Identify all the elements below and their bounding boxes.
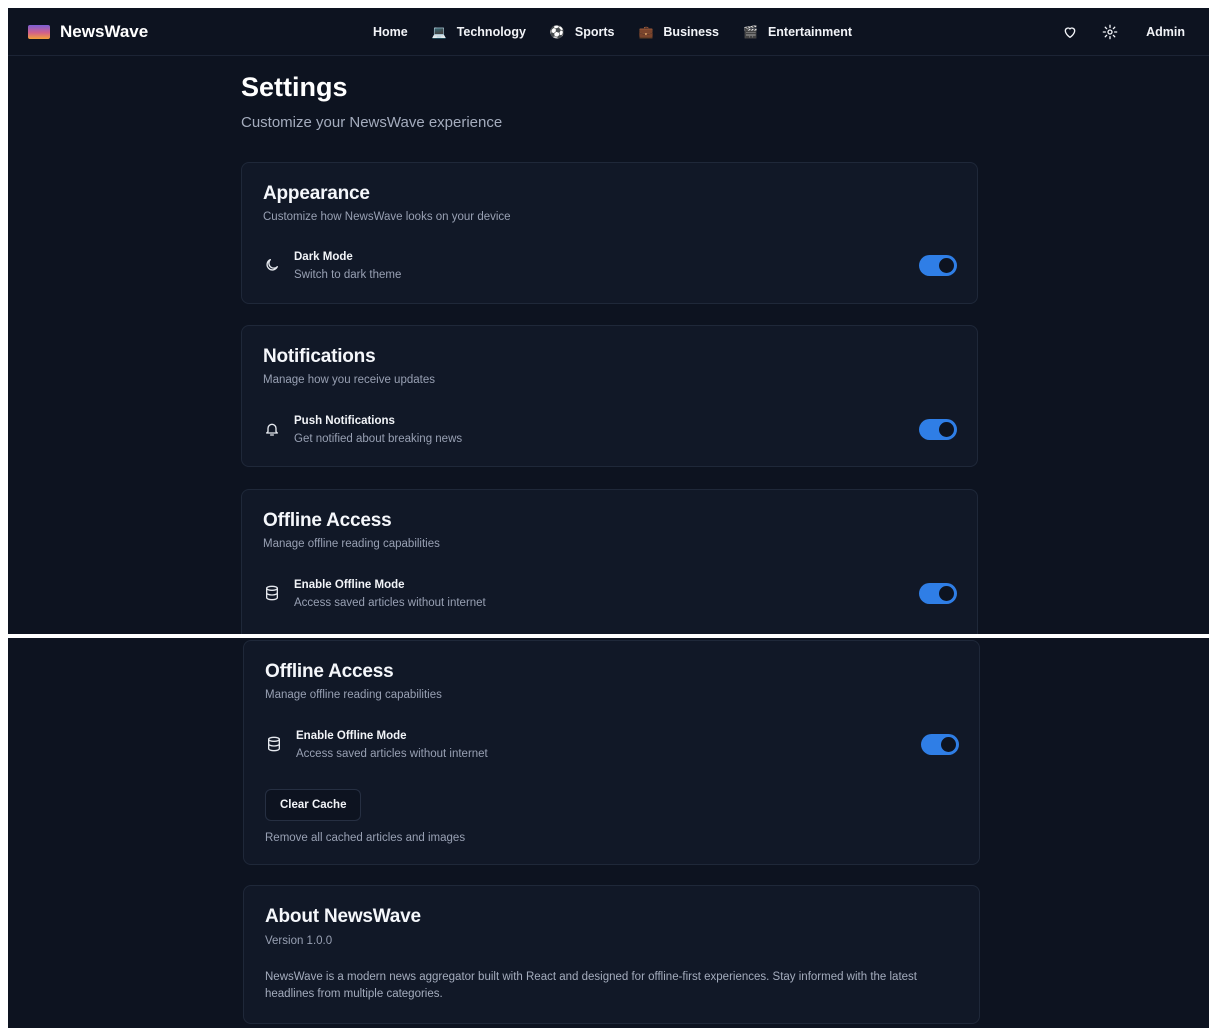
offline-access-card: Offline Access Manage offline reading ca…: [241, 489, 978, 634]
about-card: About NewsWave Version 1.0.0 NewsWave is…: [243, 885, 980, 1024]
brand-name: NewsWave: [60, 22, 149, 41]
appearance-card: Appearance Customize how NewsWave looks …: [241, 162, 978, 304]
clear-cache-button[interactable]: Clear Cache: [265, 789, 362, 821]
card-description: Manage offline reading capabilities: [265, 689, 442, 701]
briefcase-icon: 💼: [638, 25, 654, 39]
card-title: Offline Access: [265, 661, 394, 682]
nav-right: Admin: [1038, 20, 1185, 44]
setting-label: Dark Mode: [294, 251, 353, 263]
card-description: Manage how you receive updates: [263, 374, 435, 386]
laptop-icon: 💻: [431, 25, 447, 39]
clapperboard-icon: 🎬: [743, 25, 758, 39]
database-icon: [264, 585, 280, 601]
setting-label: Push Notifications: [294, 415, 395, 427]
setting-description: Access saved articles without internet: [294, 597, 486, 609]
toggle-knob: [939, 586, 954, 601]
bell-icon: [264, 421, 280, 437]
push-notifications-toggle[interactable]: [919, 419, 957, 440]
nav-link-sports[interactable]: ⚽ Sports: [550, 25, 615, 39]
heart-icon[interactable]: [1062, 24, 1078, 40]
database-icon: [266, 736, 282, 752]
nav-link-business[interactable]: 💼 Business: [638, 25, 719, 39]
user-menu[interactable]: Admin: [1146, 25, 1185, 39]
nav-link-label: Home: [373, 25, 408, 39]
card-title: Offline Access: [263, 510, 392, 531]
setting-label: Enable Offline Mode: [296, 730, 407, 742]
offline-mode-toggle[interactable]: [921, 734, 959, 755]
nav-link-label: Technology: [456, 25, 526, 39]
clear-cache-hint: Remove all cached articles and images: [265, 832, 466, 844]
toggle-knob: [939, 258, 954, 273]
newswave-logo-icon: [28, 25, 50, 39]
offline-mode-toggle[interactable]: [919, 583, 957, 604]
nav-link-home[interactable]: Home: [373, 25, 408, 39]
card-title: Notifications: [263, 346, 376, 367]
top-navbar: NewsWave Home 💻 Technology ⚽ Sports 💼 Bu…: [8, 8, 1209, 56]
toggle-knob: [941, 737, 956, 752]
setting-label: Enable Offline Mode: [294, 579, 405, 591]
settings-screenshot-scrolled: Offline Access Manage offline reading ca…: [8, 638, 1209, 1028]
notifications-card: Notifications Manage how you receive upd…: [241, 325, 978, 467]
nav-link-label: Sports: [574, 25, 615, 39]
offline-access-card: Offline Access Manage offline reading ca…: [243, 640, 980, 865]
nav-link-label: Business: [663, 25, 719, 39]
dark-mode-toggle[interactable]: [919, 255, 957, 276]
setting-description: Get notified about breaking news: [294, 433, 463, 445]
toggle-knob: [939, 422, 954, 437]
card-title: Appearance: [263, 183, 370, 204]
card-description: Customize how NewsWave looks on your dev…: [263, 211, 511, 223]
card-title: About NewsWave: [265, 906, 421, 927]
nav-links: Home 💻 Technology ⚽ Sports 💼 Business 🎬 …: [373, 22, 876, 42]
soccer-ball-icon: ⚽: [549, 25, 565, 39]
nav-link-label: Entertainment: [767, 25, 852, 39]
nav-link-technology[interactable]: 💻 Technology: [432, 25, 526, 39]
app-version: Version 1.0.0: [265, 935, 333, 947]
card-description: Manage offline reading capabilities: [263, 538, 440, 550]
moon-icon: [264, 257, 280, 273]
setting-description: Switch to dark theme: [294, 269, 402, 281]
settings-screenshot-top: NewsWave Home 💻 Technology ⚽ Sports 💼 Bu…: [8, 8, 1209, 634]
page-title: Settings: [241, 72, 348, 102]
nav-link-entertainment[interactable]: 🎬 Entertainment: [743, 25, 852, 39]
brand[interactable]: NewsWave: [28, 20, 148, 44]
gear-icon[interactable]: [1102, 24, 1118, 40]
page-subtitle: Customize your NewsWave experience: [241, 114, 503, 131]
about-description: NewsWave is a modern news aggregator bui…: [265, 971, 917, 1000]
setting-description: Access saved articles without internet: [296, 748, 488, 760]
